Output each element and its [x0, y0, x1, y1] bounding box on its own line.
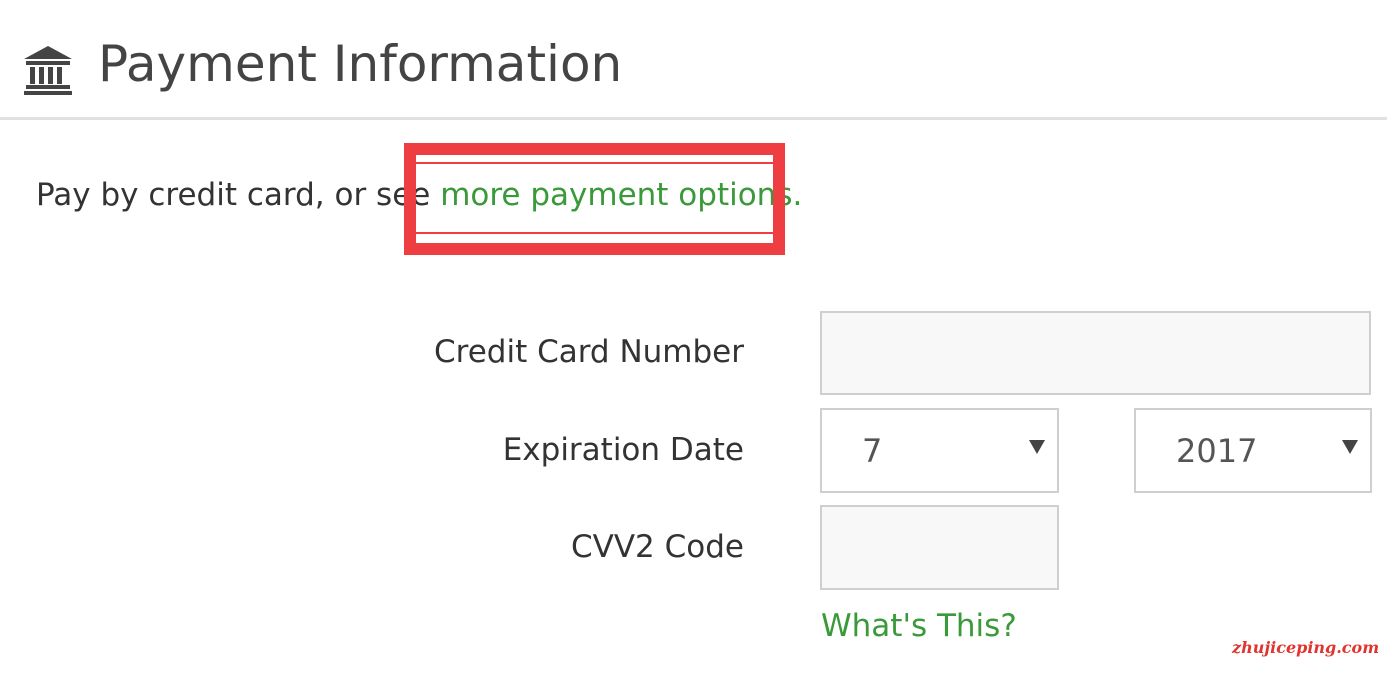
cvv2-code-input[interactable] [820, 505, 1059, 590]
expiration-month-select[interactable]: 7 [820, 408, 1059, 493]
payment-intro: Pay by credit card, or see more payment … [36, 175, 802, 215]
more-payment-options-link[interactable]: more payment options. [440, 177, 802, 213]
bank-icon [24, 46, 72, 95]
highlight-line-top [416, 162, 773, 164]
expiration-month-value: 7 [862, 432, 883, 470]
watermark: zhujiceping.com [1232, 638, 1380, 657]
credit-card-number-input[interactable] [820, 311, 1371, 395]
page-title: Payment Information [98, 35, 623, 93]
expiration-year-select[interactable]: 2017 [1134, 408, 1372, 493]
expiration-date-label: Expiration Date [502, 432, 744, 468]
highlight-line-bottom [416, 232, 773, 234]
chevron-down-icon [1029, 440, 1045, 454]
cvv2-code-label: CVV2 Code [571, 529, 744, 565]
page-header: Payment Information [0, 0, 1387, 120]
intro-text: Pay by credit card, or see [36, 177, 441, 213]
whats-this-link[interactable]: What's This? [821, 606, 1017, 646]
expiration-year-value: 2017 [1176, 432, 1258, 470]
chevron-down-icon [1342, 440, 1358, 454]
credit-card-number-label: Credit Card Number [434, 334, 744, 370]
